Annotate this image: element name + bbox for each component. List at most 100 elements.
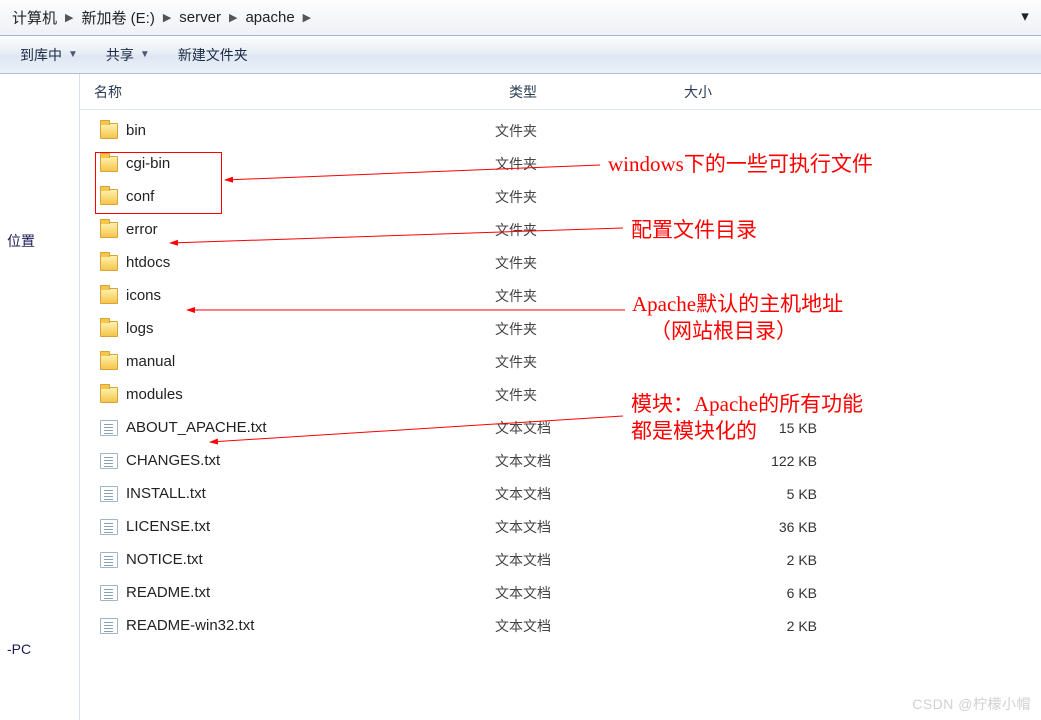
file-row[interactable]: modules文件夹 — [80, 378, 1041, 411]
file-size: 5 KB — [670, 486, 845, 502]
annotation-text-modules-1: 模块：Apache的所有功能 — [631, 388, 863, 418]
file-name: error — [126, 221, 158, 238]
file-type: 文本文档 — [495, 451, 670, 471]
file-name: bin — [126, 122, 146, 139]
file-name: CHANGES.txt — [126, 452, 220, 469]
file-name: cgi-bin — [126, 155, 170, 172]
new-folder-button[interactable]: 新建文件夹 — [164, 41, 262, 69]
file-type: 文本文档 — [495, 616, 670, 636]
file-row[interactable]: README.txt 文本文档6 KB — [80, 576, 1041, 609]
file-list-panel: 名称 类型 大小 bin文件夹cgi-bin文件夹conf文件夹error文件夹… — [80, 74, 1041, 720]
watermark: CSDN @柠檬小帽 — [912, 694, 1031, 714]
toolbar: 到库中 ▼ 共享 ▼ 新建文件夹 — [0, 36, 1041, 74]
file-size: 6 KB — [670, 585, 845, 601]
column-header-size[interactable]: 大小 — [670, 74, 870, 109]
breadcrumb-item[interactable]: 计算机 — [6, 1, 63, 35]
file-name: modules — [126, 386, 183, 403]
address-bar: 计算机 ▶ 新加卷 (E:) ▶ server ▶ apache ▶ ▾ — [0, 0, 1041, 36]
folder-icon — [100, 189, 118, 205]
breadcrumb-item[interactable]: server — [173, 1, 227, 35]
file-type: 文件夹 — [495, 121, 670, 141]
file-row[interactable]: htdocs 文件夹 — [80, 246, 1041, 279]
share-button[interactable]: 共享 ▼ — [92, 41, 164, 69]
file-icon — [100, 618, 118, 634]
file-name: README-win32.txt — [126, 617, 254, 634]
folder-icon — [100, 123, 118, 139]
file-type: 文件夹 — [495, 319, 670, 339]
nav-item-pc[interactable]: -PC — [4, 636, 75, 662]
chevron-right-icon[interactable]: ▶ — [227, 11, 239, 24]
file-icon — [100, 420, 118, 436]
file-name: htdocs — [126, 254, 170, 271]
file-row[interactable]: error文件夹 — [80, 213, 1041, 246]
column-header-type[interactable]: 类型 — [495, 74, 670, 109]
file-row[interactable]: README-win32.txt 文本文档2 KB — [80, 609, 1041, 642]
file-row[interactable]: CHANGES.txt 文本文档122 KB — [80, 444, 1041, 477]
file-size: 122 KB — [670, 453, 845, 469]
file-type: 文本文档 — [495, 583, 670, 603]
file-row[interactable]: conf 文件夹 — [80, 180, 1041, 213]
toolbar-label: 新建文件夹 — [178, 45, 248, 65]
folder-icon — [100, 354, 118, 370]
breadcrumb-item[interactable]: 新加卷 (E:) — [75, 1, 160, 35]
annotation-text-htdocs-1: Apache默认的主机地址 — [632, 288, 843, 318]
file-row[interactable]: icons文件夹 — [80, 279, 1041, 312]
file-name: manual — [126, 353, 175, 370]
file-row[interactable]: manual 文件夹 — [80, 345, 1041, 378]
folder-icon — [100, 156, 118, 172]
file-row[interactable]: LICENSE.txt 文本文档36 KB — [80, 510, 1041, 543]
file-type: 文件夹 — [495, 187, 670, 207]
chevron-down-icon: ▼ — [68, 49, 78, 60]
annotation-text-htdocs-2: （网站根目录） — [650, 315, 797, 345]
file-type: 文本文档 — [495, 517, 670, 537]
address-dropdown-icon[interactable]: ▾ — [1017, 6, 1033, 26]
file-name: icons — [126, 287, 161, 304]
file-name: NOTICE.txt — [126, 551, 203, 568]
file-icon — [100, 486, 118, 502]
file-row[interactable]: NOTICE.txt 文本文档2 KB — [80, 543, 1041, 576]
file-name: conf — [126, 188, 154, 205]
file-name: README.txt — [126, 584, 210, 601]
column-headers: 名称 类型 大小 — [80, 74, 1041, 110]
file-name: INSTALL.txt — [126, 485, 206, 502]
toolbar-label: 到库中 — [20, 45, 62, 65]
file-name: LICENSE.txt — [126, 518, 210, 535]
chevron-right-icon[interactable]: ▶ — [301, 11, 313, 24]
file-icon — [100, 453, 118, 469]
file-size: 2 KB — [670, 552, 845, 568]
file-icon — [100, 519, 118, 535]
nav-tree: 位置 -PC — [0, 74, 80, 720]
chevron-right-icon[interactable]: ▶ — [63, 11, 75, 24]
file-type: 文件夹 — [495, 352, 670, 372]
folder-icon — [100, 288, 118, 304]
folder-icon — [100, 321, 118, 337]
nav-item-places[interactable]: 位置 — [4, 226, 75, 256]
annotation-text-conf: 配置文件目录 — [631, 214, 757, 244]
chevron-right-icon[interactable]: ▶ — [161, 11, 173, 24]
column-header-name[interactable]: 名称 — [80, 74, 495, 109]
file-row[interactable]: ABOUT_APACHE.txt文本文档15 KB — [80, 411, 1041, 444]
breadcrumb-item[interactable]: apache — [239, 1, 300, 35]
file-name: ABOUT_APACHE.txt — [126, 419, 267, 436]
annotation-text-modules-2: 都是模块化的 — [631, 415, 757, 445]
file-icon — [100, 552, 118, 568]
file-size: 36 KB — [670, 519, 845, 535]
file-type: 文本文档 — [495, 484, 670, 504]
folder-icon — [100, 387, 118, 403]
file-name: logs — [126, 320, 154, 337]
file-size: 2 KB — [670, 618, 845, 634]
annotation-text-bin: windows下的一些可执行文件 — [608, 148, 873, 178]
file-list: bin文件夹cgi-bin文件夹conf文件夹error文件夹htdocs文件夹… — [80, 114, 1041, 642]
file-row[interactable]: INSTALL.txt 文本文档5 KB — [80, 477, 1041, 510]
file-row[interactable]: cgi-bin文件夹 — [80, 147, 1041, 180]
folder-icon — [100, 222, 118, 238]
file-row[interactable]: bin 文件夹 — [80, 114, 1041, 147]
file-row[interactable]: logs 文件夹 — [80, 312, 1041, 345]
toolbar-label: 共享 — [106, 45, 134, 65]
file-type: 文本文档 — [495, 550, 670, 570]
folder-icon — [100, 255, 118, 271]
file-type: 文件夹 — [495, 253, 670, 273]
include-in-library-button[interactable]: 到库中 ▼ — [6, 41, 92, 69]
file-icon — [100, 585, 118, 601]
chevron-down-icon: ▼ — [140, 49, 150, 60]
